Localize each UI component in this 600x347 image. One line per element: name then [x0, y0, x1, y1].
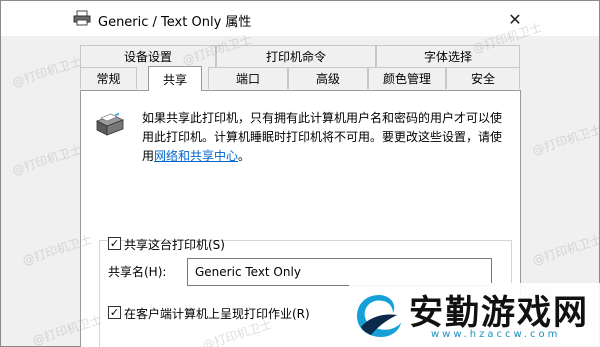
brand-name: 安勤游戏网 — [409, 293, 589, 333]
tab-printer-commands[interactable]: 打印机命令 — [216, 45, 376, 67]
network-sharing-center-link[interactable]: 网络和共享中心 — [154, 149, 238, 163]
close-icon: ✕ — [508, 9, 522, 29]
tab-sharing[interactable]: 共享 — [148, 66, 202, 91]
printer-icon — [73, 10, 91, 26]
checkmark-icon: ✓ — [109, 306, 120, 319]
description-suffix: 。 — [238, 149, 251, 163]
tab-general[interactable]: 常规 — [80, 67, 137, 89]
share-name-label: 共享名(H): — [108, 265, 167, 279]
watermark-text: @打印机卫士 — [530, 122, 600, 158]
render-jobs-label[interactable]: 在客户端计算机上呈现打印作业(R) — [124, 305, 310, 322]
sharing-description: 如果共享此打印机，只有拥有此计算机用户名和密码的用户才可以使用此打印机。计算机睡… — [142, 109, 512, 166]
close-button[interactable]: ✕ — [501, 5, 529, 33]
tab-security[interactable]: 安全 — [446, 67, 520, 89]
brand-logo-icon — [357, 295, 401, 337]
printer-icon — [96, 112, 124, 136]
share-name-input[interactable]: Generic Text Only — [187, 258, 492, 286]
tab-color-management[interactable]: 颜色管理 — [368, 67, 446, 89]
watermark-text: @打印机卫士 — [530, 232, 600, 268]
tab-strip: 设备设置 打印机命令 字体选择 常规 共享 端口 高级 颜色管理 安全 — [80, 45, 520, 91]
brand-watermark: 安勤游戏网 www.hzaccw.com — [349, 283, 600, 347]
title-bar: Generic / Text Only 属性 ✕ — [1, 1, 599, 36]
tab-font-selection[interactable]: 字体选择 — [376, 45, 520, 67]
render-jobs-checkbox[interactable]: ✓ — [108, 306, 121, 319]
checkmark-icon: ✓ — [109, 237, 120, 250]
printer-properties-dialog: Generic / Text Only 属性 ✕ 设备设置 打印机命令 字体选择… — [0, 0, 600, 347]
tab-device-settings[interactable]: 设备设置 — [80, 45, 216, 67]
tab-ports[interactable]: 端口 — [208, 67, 288, 89]
watermark-text: @打印机卫士 — [10, 142, 84, 178]
share-printer-checkbox[interactable]: ✓ — [108, 237, 121, 250]
window-title: Generic / Text Only 属性 — [98, 15, 252, 30]
watermark-text: @打印机卫士 — [10, 54, 84, 90]
tab-advanced[interactable]: 高级 — [288, 67, 368, 89]
share-printer-label[interactable]: 共享这台打印机(S) — [124, 236, 225, 253]
brand-url: www.hzaccw.com — [431, 329, 561, 340]
